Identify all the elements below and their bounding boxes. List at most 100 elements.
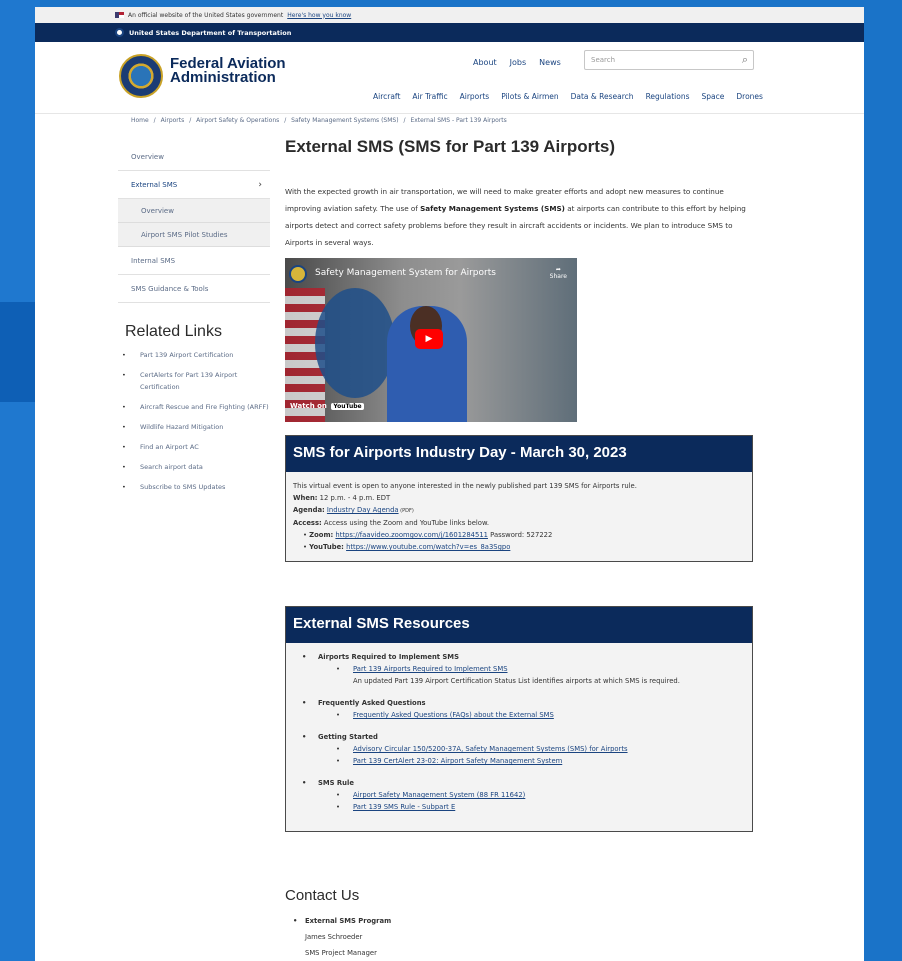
dot-seal-icon	[115, 28, 124, 37]
zoom-line: • Zoom: https://faavideo.zoomgov.com/j/1…	[303, 531, 553, 539]
video-title[interactable]: Safety Management System for Airports	[315, 268, 496, 278]
contact-role: SMS Project Manager	[305, 949, 377, 957]
zoom-link[interactable]: https://faavideo.zoomgov.com/j/160128451…	[335, 531, 488, 539]
gov-banner-text: An official website of the United States…	[128, 11, 284, 19]
sidebar-item-internal-sms[interactable]: Internal SMS	[118, 247, 270, 275]
resource-group: SMS Rule Airport Safety Management Syste…	[293, 777, 745, 813]
watch-on-youtube[interactable]: Watch on YouTube	[290, 402, 364, 410]
breadcrumb-airports[interactable]: Airports	[161, 117, 185, 124]
when-label: When:	[293, 494, 318, 502]
sidebar-item-label: External SMS	[131, 180, 178, 189]
nav-aircraft[interactable]: Aircraft	[373, 92, 400, 101]
related-link[interactable]: Part 139 Airport Certification	[120, 349, 270, 361]
page-title: External SMS (SMS for Part 139 Airports)	[285, 137, 616, 156]
industry-day-heading: SMS for Airports Industry Day - March 30…	[286, 436, 752, 472]
resource-link[interactable]: Advisory Circular 150/5200-37A, Safety M…	[353, 745, 628, 753]
chevron-right-icon: ›	[258, 179, 262, 190]
breadcrumb-sep: /	[284, 117, 287, 124]
sidebar-subitem-pilot-studies[interactable]: Airport SMS Pilot Studies	[118, 223, 270, 247]
youtube-line: • YouTube: https://www.youtube.com/watch…	[303, 543, 511, 551]
breadcrumb-sms[interactable]: Safety Management Systems (SMS)	[291, 117, 398, 124]
resource-link[interactable]: Part 139 Airports Required to Implement …	[353, 665, 508, 673]
related-link[interactable]: Wildlife Hazard Mitigation	[120, 421, 270, 433]
youtube-link[interactable]: https://www.youtube.com/watch?v=es_8a3Sg…	[346, 543, 510, 551]
contact-block: External SMS Program James Schroeder SMS…	[293, 913, 391, 961]
share-icon: ➦	[555, 266, 561, 273]
share-button[interactable]: ➦ Share	[550, 266, 567, 280]
zoom-label: Zoom:	[309, 531, 334, 539]
related-link[interactable]: Aircraft Rescue and Fire Fighting (ARFF)	[120, 401, 270, 413]
intro-paragraph: With the expected growth in air transpor…	[285, 183, 755, 251]
nav-news[interactable]: News	[539, 58, 561, 67]
sidebar-item-label: Overview	[131, 152, 164, 161]
sidebar-item-label: Internal SMS	[131, 256, 176, 265]
resource-link[interactable]: Part 139 CertAlert 23-02: Airport Safety…	[353, 757, 562, 765]
sidebar-item-external-sms[interactable]: External SMS ›	[118, 171, 270, 199]
resources-body: Airports Required to Implement SMS Part …	[286, 643, 752, 831]
gov-banner-link[interactable]: Here's how you know	[287, 12, 351, 19]
search-input[interactable]: Search ⌕	[584, 50, 754, 70]
access-line: Access: Access using the Zoom and YouTub…	[293, 517, 745, 529]
related-link[interactable]: Subscribe to SMS Updates	[120, 481, 270, 493]
breadcrumb-airport-safety[interactable]: Airport Safety & Operations	[196, 117, 279, 124]
share-label: Share	[549, 273, 567, 280]
breadcrumb-current: External SMS - Part 139 Airports	[410, 117, 507, 124]
nav-air-traffic[interactable]: Air Traffic	[412, 92, 447, 101]
resource-link[interactable]: Frequently Asked Questions (FAQs) about …	[353, 711, 554, 719]
resource-link[interactable]: Airport Safety Management System (88 FR …	[353, 791, 525, 799]
nav-about[interactable]: About	[473, 58, 497, 67]
search-icon[interactable]: ⌕	[742, 53, 748, 67]
related-link[interactable]: Search airport data	[120, 461, 270, 473]
related-links-list: Part 139 Airport Certification CertAlert…	[120, 349, 270, 501]
agency-label[interactable]: United States Department of Transportati…	[129, 29, 291, 37]
related-link[interactable]: Find an Airport AC	[120, 441, 270, 453]
agenda-line: Agenda: Industry Day Agenda (PDF)	[293, 504, 745, 517]
breadcrumb-sep: /	[403, 117, 406, 124]
nav-data-research[interactable]: Data & Research	[571, 92, 634, 101]
breadcrumb-home[interactable]: Home	[131, 117, 149, 124]
nav-drones[interactable]: Drones	[736, 92, 763, 101]
background-left	[0, 0, 40, 961]
industry-day-box: SMS for Airports Industry Day - March 30…	[285, 435, 753, 562]
contact-program: External SMS Program	[293, 913, 391, 929]
site-logo[interactable]: Federal Aviation Administration	[170, 56, 290, 86]
nav-regulations[interactable]: Regulations	[646, 92, 690, 101]
resource-link-item: Airport Safety Management System (88 FR …	[293, 789, 745, 801]
agenda-label: Agenda:	[293, 506, 325, 514]
resource-group: Getting Started Advisory Circular 150/52…	[293, 731, 745, 767]
agenda-link[interactable]: Industry Day Agenda	[327, 506, 399, 514]
resource-link-item: Frequently Asked Questions (FAQs) about …	[293, 709, 745, 721]
pdf-tag: (PDF)	[398, 508, 414, 514]
resource-link-item: Part 139 SMS Rule - Subpart E	[293, 801, 745, 813]
faa-seal-icon[interactable]	[119, 54, 163, 98]
resource-group-title: Frequently Asked Questions	[293, 697, 745, 709]
nav-pilots-airmen[interactable]: Pilots & Airmen	[501, 92, 558, 101]
when-value: 12 p.m. - 4 p.m. EDT	[317, 494, 391, 502]
seal-backdrop	[315, 288, 395, 398]
nav-airports[interactable]: Airports	[460, 92, 490, 101]
browser-page: An official website of the United States…	[35, 7, 864, 961]
sidebar-subitem-overview[interactable]: Overview	[118, 199, 270, 223]
breadcrumb: Home / Airports / Airport Safety & Opera…	[131, 117, 510, 124]
nav-space[interactable]: Space	[702, 92, 725, 101]
sidebar-item-overview[interactable]: Overview	[118, 143, 270, 171]
resource-group-title: Getting Started	[293, 731, 745, 743]
main-nav: Aircraft Air Traffic Airports Pilots & A…	[373, 92, 763, 101]
sidebar-item-guidance-tools[interactable]: SMS Guidance & Tools	[118, 275, 270, 303]
zoom-password: Password: 527222	[487, 531, 553, 539]
sidebar-item-label: SMS Guidance & Tools	[131, 284, 209, 293]
us-flag-icon	[115, 12, 124, 18]
resource-note: An updated Part 139 Airport Certificatio…	[353, 677, 680, 685]
nav-jobs[interactable]: Jobs	[510, 58, 527, 67]
background-shape	[0, 302, 40, 402]
play-icon[interactable]: ▶	[415, 329, 443, 349]
related-link[interactable]: CertAlerts for Part 139 Airport Certific…	[120, 369, 270, 393]
contact-title: Contact Us	[285, 887, 360, 904]
resource-link[interactable]: Part 139 SMS Rule - Subpart E	[353, 803, 455, 811]
resource-group-title: SMS Rule	[293, 777, 745, 789]
logo-line-2: Administration	[170, 69, 276, 86]
channel-avatar-icon[interactable]	[289, 265, 307, 283]
video-embed[interactable]: Safety Management System for Airports ➦ S…	[285, 258, 577, 422]
site-header: Federal Aviation Administration About Jo…	[35, 42, 864, 114]
contact-name: James Schroeder	[305, 933, 363, 941]
